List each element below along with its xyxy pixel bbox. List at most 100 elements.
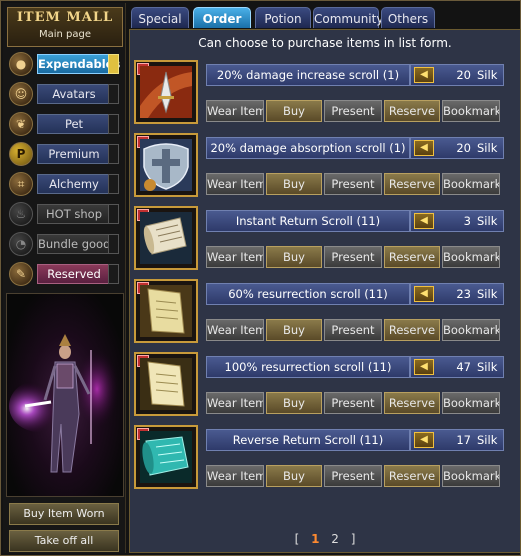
price-value: 3: [463, 214, 471, 228]
silk-icon: ◀: [414, 286, 434, 302]
tab-order[interactable]: Order: [193, 7, 251, 28]
selection-indicator: [108, 174, 119, 194]
right-panel: Special Order Potion Community Others Ca…: [129, 3, 521, 553]
buy-button[interactable]: Buy: [266, 319, 322, 341]
pet-icon: ❦: [9, 112, 33, 136]
price-currency: Silk: [477, 287, 498, 301]
item-thumbnail[interactable]: !: [134, 133, 198, 197]
bookmark-button[interactable]: Bookmark: [442, 246, 500, 268]
reserve-button[interactable]: Reserve: [384, 319, 440, 341]
tab-community[interactable]: Community: [313, 7, 383, 28]
page-link-2[interactable]: 2: [331, 532, 339, 546]
buy-button[interactable]: Buy: [266, 246, 322, 268]
buy-button[interactable]: Buy: [266, 100, 322, 122]
item-price: ◀ 20 Silk: [410, 64, 504, 86]
scroll-icon: [140, 212, 192, 264]
reserve-button[interactable]: Reserve: [384, 392, 440, 414]
wear-item-button[interactable]: Wear Item: [206, 319, 264, 341]
category-premium[interactable]: P Premium: [7, 141, 121, 167]
present-button[interactable]: Present: [324, 173, 382, 195]
list-item: ! 60% resurrection scroll (11) ◀ 23 Silk: [134, 279, 514, 345]
item-thumbnail[interactable]: !: [134, 206, 198, 270]
list-item: ! 20% damage increase scroll (1) ◀ 20 Si…: [134, 60, 514, 126]
buy-button[interactable]: Buy: [266, 392, 322, 414]
buy-item-worn-button[interactable]: Buy Item Worn: [9, 503, 119, 525]
reserve-button[interactable]: Reserve: [384, 173, 440, 195]
price-currency: Silk: [477, 360, 498, 374]
price-value: 20: [456, 68, 471, 82]
list-item: ! Instant Return Scroll (11) ◀ 3 Silk: [134, 206, 514, 272]
potion-icon: ●: [9, 52, 33, 76]
list-item: ! Reverse Return Scroll (11) ◀ 17 Silk: [134, 425, 514, 491]
bundle-icon: ◔: [9, 232, 33, 256]
flame-icon: ♨: [9, 202, 33, 226]
tab-bar: Special Order Potion Community Others: [129, 7, 519, 29]
present-button[interactable]: Present: [324, 392, 382, 414]
item-thumbnail[interactable]: !: [134, 279, 198, 343]
category-label: Pet: [37, 114, 111, 134]
item-thumbnail[interactable]: !: [134, 60, 198, 124]
present-button[interactable]: Present: [324, 465, 382, 487]
category-expendables[interactable]: ● Expendables: [7, 51, 121, 77]
present-button[interactable]: Present: [324, 319, 382, 341]
selection-indicator: [108, 114, 119, 134]
category-pet[interactable]: ❦ Pet: [7, 111, 121, 137]
wear-item-button[interactable]: Wear Item: [206, 246, 264, 268]
item-name: 20% damage increase scroll (1): [206, 64, 410, 86]
item-price: ◀ 23 Silk: [410, 283, 504, 305]
character-preview[interactable]: [6, 293, 124, 497]
bookmark-button[interactable]: Bookmark: [442, 465, 500, 487]
price-value: 20: [456, 141, 471, 155]
take-off-all-button[interactable]: Take off all: [9, 530, 119, 552]
selection-indicator: [108, 234, 119, 254]
mall-title: ITEM MALL: [16, 10, 114, 25]
present-button[interactable]: Present: [324, 246, 382, 268]
item-price: ◀ 17 Silk: [410, 429, 504, 451]
wear-item-button[interactable]: Wear Item: [206, 392, 264, 414]
item-name: 100% resurrection scroll (11): [206, 356, 410, 378]
alchemy-icon: ⌗: [9, 172, 33, 196]
page-link-1[interactable]: 1: [311, 532, 319, 546]
tab-potion[interactable]: Potion: [255, 7, 311, 28]
category-reserved[interactable]: ✎ Reserved: [7, 261, 121, 287]
item-name: Reverse Return Scroll (11): [206, 429, 410, 451]
reserve-button[interactable]: Reserve: [384, 246, 440, 268]
teal-scroll-icon: [140, 431, 192, 483]
category-label: Reserved: [37, 264, 111, 284]
selection-indicator: [108, 54, 119, 74]
silk-icon: ◀: [414, 432, 434, 448]
pagination: [ 1 2 ]: [130, 532, 520, 546]
list-notice: Can choose to purchase items in list for…: [198, 36, 452, 50]
category-label: Expendables: [37, 54, 120, 74]
bookmark-button[interactable]: Bookmark: [442, 173, 500, 195]
wear-item-button[interactable]: Wear Item: [206, 100, 264, 122]
price-value: 47: [456, 360, 471, 374]
category-alchemy[interactable]: ⌗ Alchemy: [7, 171, 121, 197]
tab-special[interactable]: Special: [131, 7, 189, 28]
bookmark-button[interactable]: Bookmark: [442, 100, 500, 122]
bookmark-button[interactable]: Bookmark: [442, 319, 500, 341]
item-thumbnail[interactable]: !: [134, 425, 198, 489]
selection-indicator: [108, 144, 119, 164]
category-bundle-goods[interactable]: ◔ Bundle goods: [7, 231, 121, 257]
wear-item-button[interactable]: Wear Item: [206, 465, 264, 487]
category-avatars[interactable]: ☺ Avatars: [7, 81, 121, 107]
reserve-button[interactable]: Reserve: [384, 100, 440, 122]
silk-icon: ◀: [414, 140, 434, 156]
reserve-button[interactable]: Reserve: [384, 465, 440, 487]
premium-p-icon: P: [9, 142, 33, 166]
item-mall-header: ITEM MALL Main page: [7, 7, 123, 47]
item-name: 20% damage absorption scroll (1): [206, 137, 410, 159]
left-panel: ITEM MALL Main page ● Expendables ☺ Avat…: [3, 3, 126, 553]
buy-button[interactable]: Buy: [266, 465, 322, 487]
item-thumbnail[interactable]: !: [134, 352, 198, 416]
category-label: Alchemy: [37, 174, 111, 194]
bookmark-button[interactable]: Bookmark: [442, 392, 500, 414]
present-button[interactable]: Present: [324, 100, 382, 122]
main-page-link[interactable]: Main page: [8, 29, 122, 40]
buy-button[interactable]: Buy: [266, 173, 322, 195]
category-hot-shop[interactable]: ♨ HOT shop: [7, 201, 121, 227]
pager-bracket-close: ]: [350, 532, 356, 546]
tab-others[interactable]: Others: [381, 7, 435, 28]
wear-item-button[interactable]: Wear Item: [206, 173, 264, 195]
